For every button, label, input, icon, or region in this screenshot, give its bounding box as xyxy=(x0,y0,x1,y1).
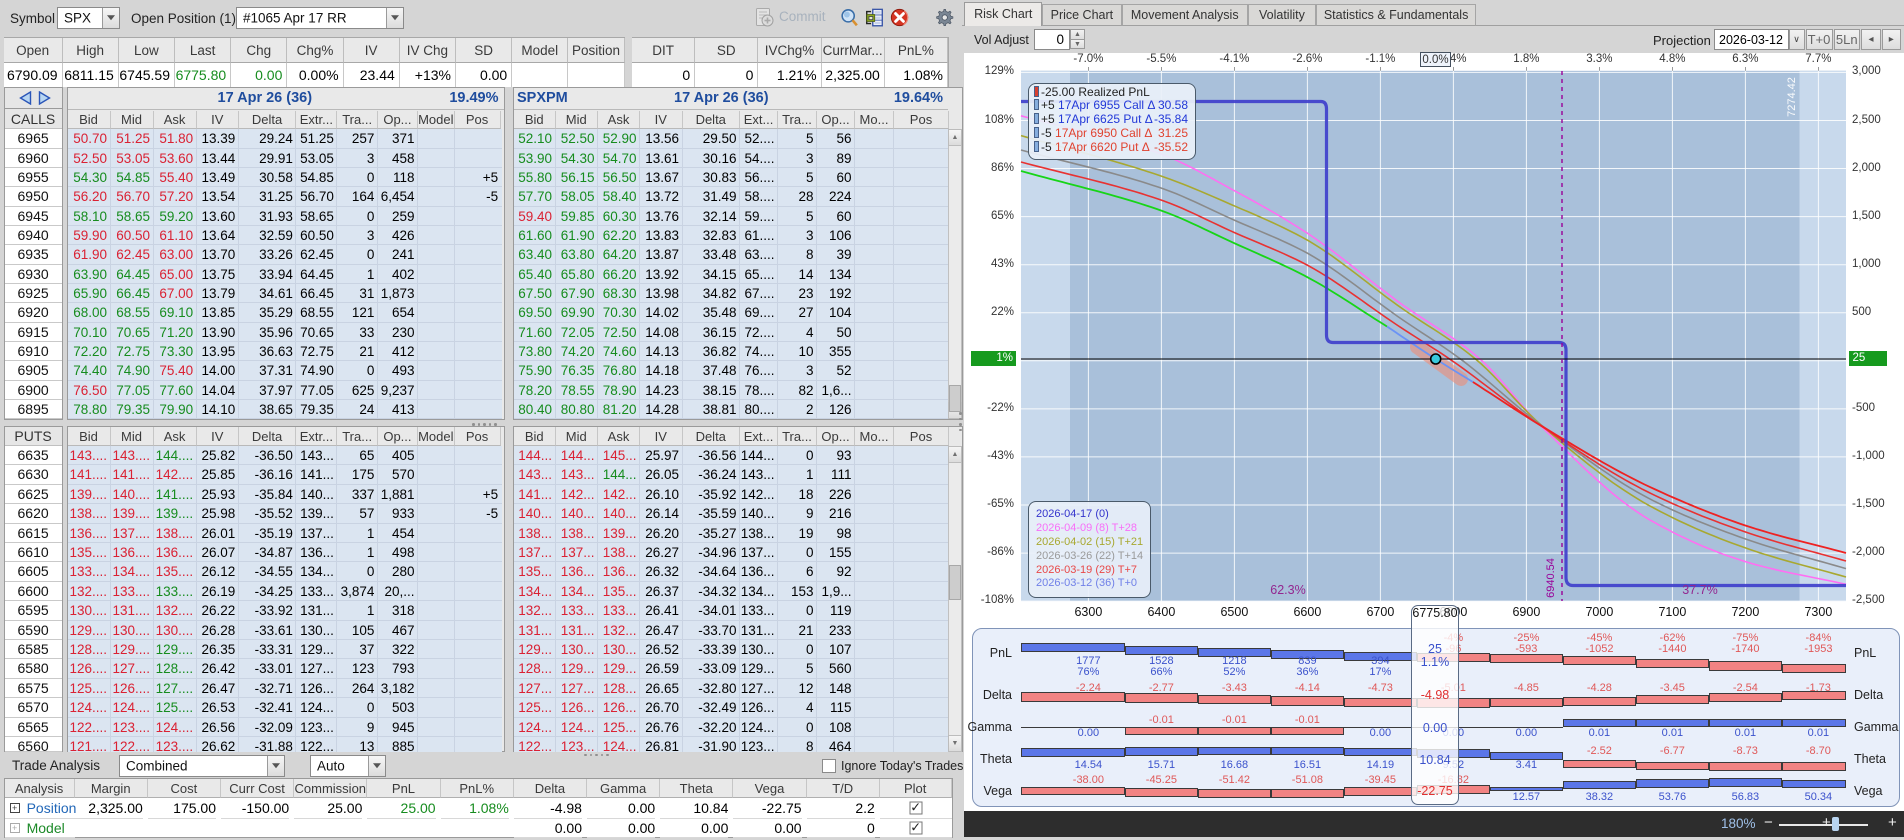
svg-text:6940.54: 6940.54 xyxy=(1545,558,1557,598)
svg-text:62.3%: 62.3% xyxy=(1270,583,1305,597)
svg-text:37.7%: 37.7% xyxy=(1682,583,1717,597)
svg-text:7274.42: 7274.42 xyxy=(1786,77,1798,117)
